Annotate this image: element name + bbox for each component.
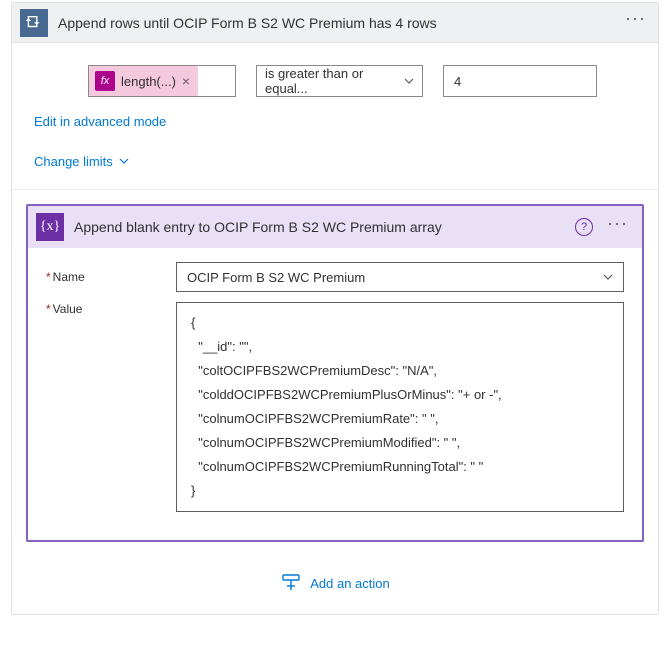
- required-asterisk: *: [46, 302, 51, 316]
- chevron-down-icon: [119, 154, 129, 169]
- chevron-down-icon: [404, 74, 414, 89]
- value-label: *Value: [46, 302, 176, 316]
- outer-action-title: Append rows until OCIP Form B S2 WC Prem…: [58, 15, 621, 31]
- change-limits-link[interactable]: Change limits: [34, 154, 129, 169]
- value-textarea[interactable]: { "__id": "", "coltOCIPFBS2WCPremiumDesc…: [176, 302, 624, 512]
- add-action-icon[interactable]: [280, 574, 302, 592]
- add-action-link[interactable]: Add an action: [310, 576, 390, 591]
- append-variable-card: {x} Append blank entry to OCIP Form B S2…: [26, 204, 644, 542]
- change-limits-text: Change limits: [34, 154, 113, 169]
- name-label: *Name: [46, 270, 176, 284]
- inner-action-header[interactable]: {x} Append blank entry to OCIP Form B S2…: [28, 206, 642, 248]
- required-asterisk: *: [46, 270, 51, 284]
- variable-icon: {x}: [36, 213, 64, 241]
- condition-operator-select[interactable]: is greater than or equal...: [256, 65, 423, 97]
- edit-advanced-mode-link[interactable]: Edit in advanced mode: [34, 114, 166, 129]
- divider: [12, 189, 658, 190]
- condition-right-input[interactable]: 4: [443, 65, 597, 97]
- remove-token-icon[interactable]: ×: [182, 73, 190, 89]
- name-select[interactable]: OCIP Form B S2 WC Premium: [176, 262, 624, 292]
- do-until-card: Append rows until OCIP Form B S2 WC Prem…: [11, 2, 659, 615]
- loop-icon: [20, 9, 48, 37]
- help-icon[interactable]: ?: [575, 218, 593, 236]
- condition-left-input[interactable]: fx length(...) ×: [88, 65, 236, 97]
- inner-more-icon[interactable]: ···: [603, 211, 632, 236]
- inner-action-title: Append blank entry to OCIP Form B S2 WC …: [74, 219, 575, 235]
- chevron-down-icon: [603, 270, 613, 285]
- operator-text: is greater than or equal...: [265, 66, 404, 96]
- outer-action-header[interactable]: Append rows until OCIP Form B S2 WC Prem…: [12, 3, 658, 43]
- expression-token[interactable]: fx length(...) ×: [89, 66, 198, 96]
- name-value: OCIP Form B S2 WC Premium: [187, 270, 365, 285]
- inner-action-body: *Name OCIP Form B S2 WC Premium *Value {…: [28, 248, 642, 540]
- expression-text: length(...): [121, 74, 176, 89]
- outer-more-icon[interactable]: ···: [621, 6, 650, 31]
- fx-icon: fx: [95, 71, 115, 91]
- add-action-row: Add an action: [12, 542, 658, 614]
- condition-row: fx length(...) × is greater than or equa…: [12, 43, 658, 105]
- right-value: 4: [454, 74, 461, 89]
